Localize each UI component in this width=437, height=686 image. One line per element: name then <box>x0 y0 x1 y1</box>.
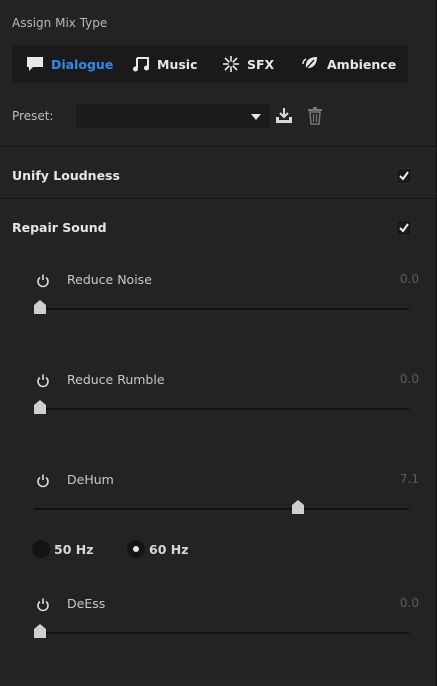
reduce-rumble-label: Reduce Rumble <box>67 372 165 387</box>
mix-type-tabs: Dialogue Music SFX Ambience <box>12 45 408 83</box>
radio-50hz[interactable]: 50 Hz <box>32 540 93 558</box>
save-preset-icon[interactable] <box>275 107 293 125</box>
checkmark-icon <box>399 171 409 181</box>
burst-icon <box>222 56 240 72</box>
unify-loudness-row: Unify Loudness <box>12 168 412 188</box>
repair-sound-row: Repair Sound <box>12 220 412 240</box>
tab-sfx[interactable]: SFX <box>212 45 292 83</box>
dehum-control: DeHum 7.1 <box>24 472 419 514</box>
reduce-noise-label: Reduce Noise <box>67 272 152 287</box>
preset-dropdown[interactable] <box>76 104 270 128</box>
tab-ambience[interactable]: Ambience <box>292 45 408 83</box>
repair-sound-checkbox[interactable] <box>396 220 412 236</box>
radio-50hz-label: 50 Hz <box>54 541 94 557</box>
power-icon[interactable] <box>36 474 50 488</box>
dehum-value[interactable]: 7.1 <box>400 472 419 486</box>
leaf-icon <box>302 56 320 72</box>
dehum-frequency-options: 50 Hz 60 Hz <box>32 540 332 562</box>
power-icon[interactable] <box>36 598 50 612</box>
tab-dialogue[interactable]: Dialogue <box>12 45 122 83</box>
deess-control: DeEss 0.0 <box>24 596 419 638</box>
preset-row: Preset: <box>12 104 422 128</box>
reduce-noise-value[interactable]: 0.0 <box>400 272 419 286</box>
reduce-noise-control: Reduce Noise 0.0 <box>24 272 419 314</box>
tab-ambience-label: Ambience <box>327 56 397 72</box>
tab-sfx-label: SFX <box>247 56 275 72</box>
reduce-rumble-slider[interactable] <box>34 400 409 414</box>
essential-sound-panel: Assign Mix Type Dialogue Music SFX Ambie… <box>0 0 437 686</box>
unify-loudness-checkbox[interactable] <box>396 168 412 184</box>
unify-loudness-label: Unify Loudness <box>12 168 120 183</box>
checkmark-icon <box>399 223 409 233</box>
deess-value[interactable]: 0.0 <box>400 596 419 610</box>
dehum-slider[interactable] <box>34 500 409 514</box>
divider <box>0 146 437 147</box>
radio-button[interactable] <box>32 540 50 558</box>
deess-slider[interactable] <box>34 624 409 638</box>
tab-dialogue-label: Dialogue <box>51 56 114 72</box>
tab-music[interactable]: Music <box>122 45 212 83</box>
repair-sound-label: Repair Sound <box>12 220 107 235</box>
chevron-down-icon <box>251 114 261 120</box>
power-icon[interactable] <box>36 374 50 388</box>
slider-thumb[interactable] <box>34 299 46 314</box>
section-title: Assign Mix Type <box>12 16 108 30</box>
radio-60hz[interactable]: 60 Hz <box>127 540 188 558</box>
tab-music-label: Music <box>157 56 198 72</box>
reduce-rumble-control: Reduce Rumble 0.0 <box>24 372 419 414</box>
music-note-icon <box>132 56 150 72</box>
preset-label: Preset: <box>12 109 54 123</box>
deess-label: DeEss <box>67 596 106 611</box>
speech-bubble-icon <box>26 56 44 72</box>
reduce-noise-slider[interactable] <box>34 300 409 314</box>
radio-60hz-label: 60 Hz <box>149 541 189 557</box>
slider-thumb[interactable] <box>34 623 46 638</box>
trash-icon[interactable] <box>308 107 326 125</box>
slider-thumb[interactable] <box>292 499 304 514</box>
dehum-label: DeHum <box>67 472 114 487</box>
reduce-rumble-value[interactable]: 0.0 <box>400 372 419 386</box>
power-icon[interactable] <box>36 274 50 288</box>
slider-thumb[interactable] <box>34 399 46 414</box>
divider <box>0 198 437 199</box>
radio-button[interactable] <box>127 540 145 558</box>
